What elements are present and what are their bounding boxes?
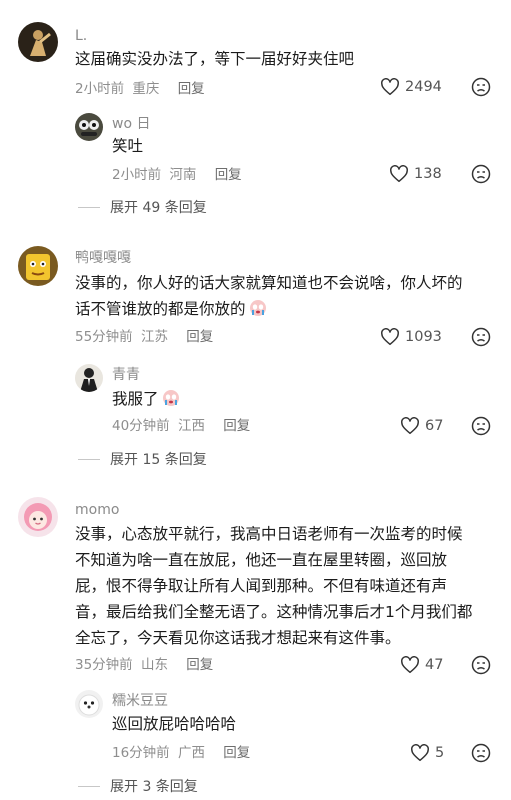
expand-replies-label: 展开 3 条回复 <box>110 779 198 795</box>
reply-username[interactable]: 青青 <box>112 366 140 384</box>
reply-location: 河南 <box>169 167 197 183</box>
reply-text-segment: 我服了 <box>112 390 159 408</box>
reply-username[interactable]: wo 日 <box>112 115 150 133</box>
frown-face-icon <box>471 327 491 347</box>
comment-username[interactable]: momo <box>75 501 119 519</box>
avatar[interactable] <box>18 497 58 537</box>
expand-replies-label: 展开 49 条回复 <box>110 200 207 216</box>
reply-text: 我服了 <box>112 386 181 412</box>
reply-button[interactable]: 回复 <box>215 167 242 183</box>
comment-text-line: 屁，恨不得争取让所有人闻到那种。不但有味道还有声 <box>75 577 448 595</box>
like-count: 138 <box>414 166 442 182</box>
comment-location: 江苏 <box>140 329 168 345</box>
comment-text-segment: 话不管谁放的都是你放的 <box>75 300 246 318</box>
reply-button[interactable]: 回复 <box>178 81 205 97</box>
like-button[interactable]: 2494 <box>380 78 442 96</box>
comment-text-line: 没事的，你人好的话大家就算知道也不会说啥，你人坏的 <box>75 274 463 292</box>
like-count: 2494 <box>405 79 442 95</box>
like-count: 67 <box>425 418 444 434</box>
frown-face-icon <box>471 743 491 763</box>
comment-time: 35分钟前 <box>75 657 133 673</box>
reply-meta: 16分钟前 广西 回复 <box>112 744 250 762</box>
dislike-button[interactable] <box>471 655 491 675</box>
reply-button[interactable]: 回复 <box>223 418 250 434</box>
dislike-button[interactable] <box>471 416 491 436</box>
comment-location: 山东 <box>140 657 168 673</box>
comment-text-line: 没事，心态放平就行，我高中日语老师有一次监考的时候 <box>75 525 463 543</box>
heart-outline-icon <box>390 165 408 183</box>
reply-button[interactable]: 回复 <box>186 657 213 673</box>
like-button[interactable]: 5 <box>410 744 444 762</box>
dislike-button[interactable] <box>471 327 491 347</box>
reply-avatar[interactable] <box>75 364 103 392</box>
comment-text: 这届确实没办法了，等下一届好好夹住吧 <box>75 50 355 68</box>
heart-outline-icon <box>401 417 419 435</box>
comment-meta: 35分钟前 山东 回复 <box>75 656 213 674</box>
comment-text-line: 全忘了，今天看见你这话我才想起来有这件事。 <box>75 629 401 647</box>
dislike-button[interactable] <box>471 164 491 184</box>
reply-meta: 2小时前 河南 回复 <box>112 166 242 184</box>
comment-text-line: 音，最后给我们全整无语了。这种情况事后才1个月我们都 <box>75 603 473 621</box>
avatar[interactable] <box>18 22 58 62</box>
comment-meta: 2小时前 重庆 回复 <box>75 80 205 98</box>
comment-time: 55分钟前 <box>75 329 133 345</box>
like-button[interactable]: 1093 <box>380 328 442 346</box>
reply-time: 40分钟前 <box>112 418 170 434</box>
expand-replies-button[interactable]: 展开 49 条回复 <box>78 197 207 217</box>
expand-replies-button[interactable]: 展开 3 条回复 <box>78 776 198 796</box>
comment-location: 重庆 <box>132 81 160 97</box>
divider <box>78 785 100 787</box>
reply-location: 江西 <box>177 418 205 434</box>
reply-button[interactable]: 回复 <box>186 329 213 345</box>
crying-face-emoji <box>161 388 181 408</box>
reply-username[interactable]: 糯米豆豆 <box>112 692 168 710</box>
dislike-button[interactable] <box>471 77 491 97</box>
comment-meta: 55分钟前 江苏 回复 <box>75 328 213 346</box>
comment-text-line: 话不管谁放的都是你放的 <box>75 296 268 322</box>
reply-avatar[interactable] <box>75 690 103 718</box>
reply-time: 2小时前 <box>112 167 162 183</box>
frown-face-icon <box>471 77 491 97</box>
like-button[interactable]: 138 <box>389 165 442 183</box>
heart-outline-icon <box>411 744 429 762</box>
divider <box>78 458 100 460</box>
reply-avatar[interactable] <box>75 113 103 141</box>
comment-username[interactable]: 鸭嘎嘎嘎 <box>75 249 131 267</box>
expand-replies-label: 展开 15 条回复 <box>110 452 207 468</box>
like-count: 5 <box>435 745 445 761</box>
reply-time: 16分钟前 <box>112 745 170 761</box>
dislike-button[interactable] <box>471 743 491 763</box>
like-button[interactable]: 47 <box>400 656 443 674</box>
like-count: 1093 <box>405 329 442 345</box>
crying-face-emoji <box>248 298 268 318</box>
heart-outline-icon <box>401 656 419 674</box>
divider <box>78 206 100 208</box>
heart-outline-icon <box>381 78 399 96</box>
reply-text: 笑吐 <box>112 137 144 155</box>
expand-replies-button[interactable]: 展开 15 条回复 <box>78 449 207 469</box>
reply-meta: 40分钟前 江西 回复 <box>112 417 250 435</box>
frown-face-icon <box>471 655 491 675</box>
avatar[interactable] <box>18 246 58 286</box>
like-button[interactable]: 67 <box>400 417 443 435</box>
frown-face-icon <box>471 416 491 436</box>
frown-face-icon <box>471 164 491 184</box>
comment-text-line: 不知道为啥一直在放屁，他还一直在屋里转圈，巡回放 <box>75 551 448 569</box>
reply-text: 巡回放屁哈哈哈哈 <box>112 715 237 733</box>
comment-username[interactable]: L. <box>75 27 87 45</box>
heart-outline-icon <box>381 328 399 346</box>
reply-location: 广西 <box>177 745 205 761</box>
reply-button[interactable]: 回复 <box>223 745 250 761</box>
like-count: 47 <box>425 657 444 673</box>
comment-time: 2小时前 <box>75 81 125 97</box>
